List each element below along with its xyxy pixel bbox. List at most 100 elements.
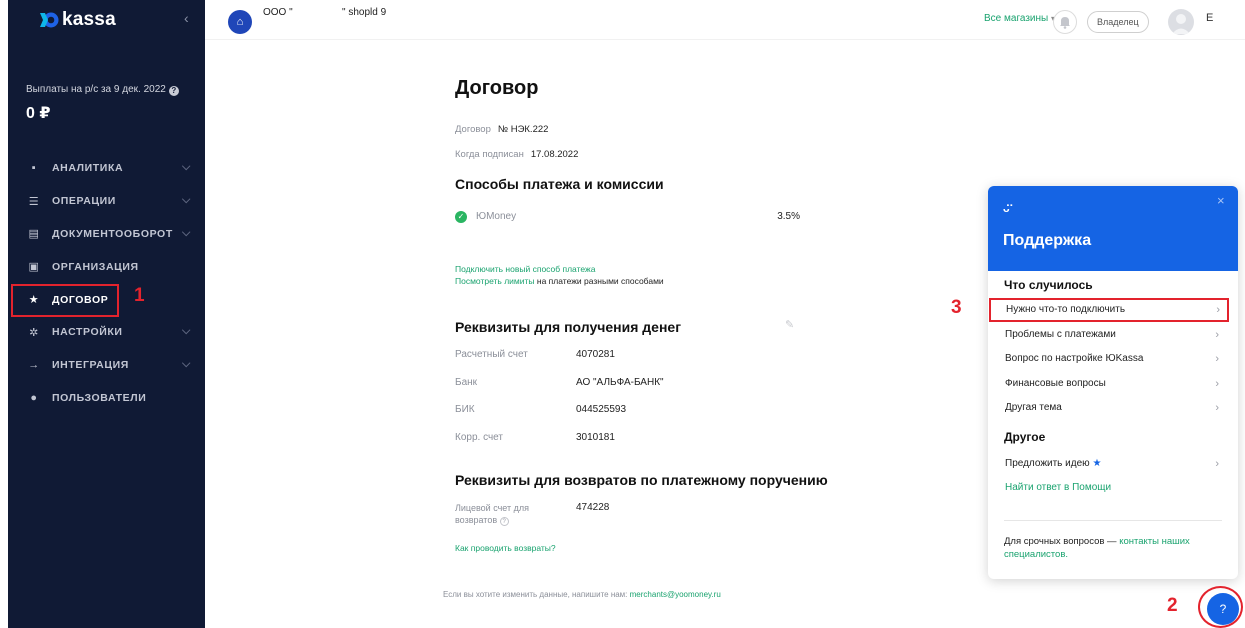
- refund-account-label-line2: возвратов: [455, 515, 498, 525]
- collapse-sidebar-icon[interactable]: ‹: [184, 10, 189, 26]
- annotation-highlight-box: [11, 284, 119, 318]
- sidebar-nav: ▪ АНАЛИТИКА ⌵ ☰ ОПЕРАЦИИ ⌵ ▤ ДОКУМЕНТООБ…: [8, 152, 205, 414]
- support-item-finance[interactable]: Финансовые вопросы ›: [988, 372, 1238, 396]
- gear-icon: ✲: [29, 326, 39, 339]
- view-limits-link[interactable]: Посмотреть лимиты: [455, 276, 535, 286]
- find-answer-label: Найти ответ в Помощи: [1005, 482, 1112, 493]
- refund-howto-row: Как проводить возвраты?: [455, 543, 556, 553]
- edit-pencil-icon[interactable]: ✎: [785, 318, 794, 331]
- payout-label: Выплаты на р/с за 9 дек. 2022?: [26, 84, 179, 96]
- payment-method-row: ✓ ЮMoney 3.5%: [455, 210, 800, 226]
- corr-account-value: 3010181: [576, 432, 615, 443]
- support-item-label: Финансовые вопросы: [1005, 378, 1106, 389]
- logo[interactable]: kassa ‹: [8, 0, 205, 40]
- notifications-button[interactable]: [1053, 10, 1077, 34]
- building-icon: ▣: [28, 261, 40, 274]
- help-question-icon[interactable]: ?: [499, 517, 509, 526]
- support-item-payments[interactable]: Проблемы с платежами ›: [988, 323, 1238, 347]
- help-question-icon[interactable]: ?: [168, 86, 179, 96]
- support-title: Поддержка: [1003, 232, 1092, 249]
- support-item-connect[interactable]: Нужно что-то подключить ›: [989, 298, 1229, 322]
- shop-avatar[interactable]: ⌂: [228, 10, 252, 34]
- chevron-down-icon: ⌵: [182, 226, 191, 239]
- limits-row: Посмотреть лимиты на платежи разными спо…: [455, 276, 664, 286]
- divider: [1004, 520, 1222, 521]
- find-answer-link[interactable]: Найти ответ в Помощи: [988, 476, 1238, 500]
- support-item-label: Нужно что-то подключить: [1006, 304, 1126, 315]
- bik-label: БИК: [455, 404, 475, 415]
- requisites-title: Реквизиты для получения денег: [455, 319, 682, 335]
- arrow-right-icon: →: [28, 359, 40, 372]
- payment-methods-title: Способы платежа и комиссии: [455, 176, 664, 192]
- support-item-label: Вопрос по настройке ЮKassa: [1005, 353, 1144, 364]
- contract-number-row: Договор № НЭК.222: [455, 124, 548, 135]
- chevron-down-icon: ⌵: [182, 193, 191, 206]
- annotation-number-3: 3: [951, 297, 962, 318]
- refunds-title: Реквизиты для возвратов по платежному по…: [455, 472, 828, 488]
- connect-payment-method-link[interactable]: Подключить новый способ платежа: [455, 264, 595, 274]
- kassa-logo-icon: [40, 12, 59, 28]
- limits-suffix: на платежи разными способами: [534, 276, 664, 286]
- settlement-account-value: 4070281: [576, 349, 615, 360]
- chevron-right-icon: ›: [1215, 353, 1219, 365]
- organization-name[interactable]: ООО ": [263, 7, 293, 18]
- support-item-setup[interactable]: Вопрос по настройке ЮKassa ›: [988, 347, 1238, 371]
- sidebar-item-settings[interactable]: ✲ НАСТРОЙКИ ⌵: [8, 316, 205, 349]
- payout-label-text: Выплаты на р/с за 9 дек. 2022: [26, 84, 166, 95]
- contract-number-value: № НЭК.222: [497, 124, 549, 135]
- sidebar-item-analytics[interactable]: ▪ АНАЛИТИКА ⌵: [8, 152, 205, 185]
- support-item-label: Другая тема: [1005, 402, 1062, 413]
- chevron-down-icon: ⌵: [182, 324, 191, 337]
- refund-account-label: Лицевой счет для возвратов ?: [455, 502, 529, 526]
- sidebar-item-documents[interactable]: ▤ ДОКУМЕНТООБОРОТ ⌵: [8, 218, 205, 251]
- chevron-right-icon: ›: [1215, 402, 1219, 414]
- all-shops-dropdown[interactable]: Все магазины ▾: [984, 13, 1055, 24]
- bar-chart-icon: ▪: [31, 162, 37, 175]
- sidebar-item-integration[interactable]: → ИНТЕГРАЦИЯ ⌵: [8, 349, 205, 382]
- bank-label: Банк: [455, 377, 478, 388]
- sidebar-item-label: ИНТЕГРАЦИЯ: [52, 359, 129, 372]
- list-icon: ☰: [28, 195, 40, 208]
- sidebar-item-organization[interactable]: ▣ ОРГАНИЗАЦИЯ: [8, 250, 205, 283]
- close-icon[interactable]: ×: [1217, 193, 1225, 208]
- annotation-number-2: 2: [1167, 595, 1178, 616]
- annotation-number-1: 1: [134, 285, 145, 306]
- sidebar-item-operations[interactable]: ☰ ОПЕРАЦИИ ⌵: [8, 185, 205, 218]
- avatar[interactable]: [1168, 9, 1194, 35]
- shop-id[interactable]: " shopld 9: [342, 7, 386, 18]
- sidebar-item-contract[interactable]: ★ ДОГОВОР: [8, 283, 205, 318]
- sidebar: kassa ‹ Выплаты на р/с за 9 дек. 2022? 0…: [8, 0, 205, 628]
- user-icon: ●: [30, 391, 38, 404]
- support-email-link[interactable]: merchants@yoomoney.ru: [630, 590, 721, 599]
- chevron-right-icon: ›: [1215, 378, 1219, 390]
- sidebar-item-label: НАСТРОЙКИ: [52, 326, 123, 339]
- check-circle-icon: ✓: [455, 211, 467, 223]
- settlement-account-label: Расчетный счет: [455, 349, 528, 360]
- refund-howto-link[interactable]: Как проводить возвраты?: [455, 543, 556, 553]
- user-initial: E: [1206, 12, 1214, 24]
- chevron-down-icon: ⌵: [182, 357, 191, 370]
- support-panel: ᵕ̈ Поддержка × Что случилось Нужно что-т…: [988, 186, 1238, 579]
- support-item-suggest-idea[interactable]: Предложить идею ★ ›: [988, 452, 1238, 476]
- footer-note: Если вы хотите изменить данные, напишите…: [443, 590, 721, 599]
- help-button[interactable]: ?: [1207, 593, 1239, 625]
- urgent-prefix: Для срочных вопросов —: [1004, 536, 1120, 547]
- chevron-down-icon: ⌵: [182, 161, 191, 173]
- support-panel-header: ᵕ̈ Поддержка ×: [988, 186, 1238, 271]
- contract-number-label: Договор: [455, 124, 491, 135]
- urgent-suffix: .: [1065, 549, 1069, 560]
- support-item-other[interactable]: Другая тема ›: [988, 396, 1238, 420]
- payment-method-name: ЮMoney: [476, 211, 517, 222]
- urgent-contacts: Для срочных вопросов — контакты наших сп…: [1004, 535, 1219, 561]
- connect-method-row: Подключить новый способ платежа: [455, 264, 595, 274]
- contract-signed-label: Когда подписан: [455, 149, 524, 160]
- payment-method-fee: 3.5%: [777, 211, 800, 222]
- role-badge[interactable]: Владелец: [1087, 11, 1149, 33]
- bell-icon: [1060, 17, 1070, 29]
- refund-account-label-line1: Лицевой счет для: [455, 503, 529, 513]
- page-title: Договор: [455, 77, 539, 99]
- sidebar-item-label: АНАЛИТИКА: [52, 162, 124, 175]
- sidebar-item-users[interactable]: ● ПОЛЬЗОВАТЕЛИ: [8, 382, 205, 415]
- support-item-label: Проблемы с платежами: [1005, 329, 1116, 340]
- support-item-label: Предложить идею: [1005, 458, 1090, 469]
